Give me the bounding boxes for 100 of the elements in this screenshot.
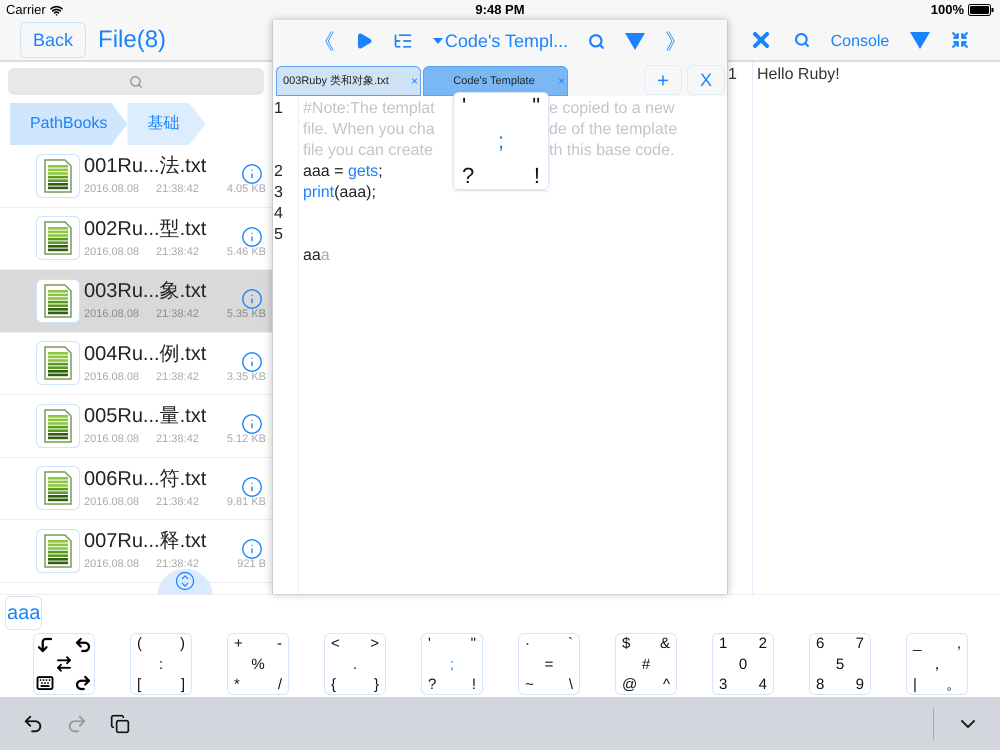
key-symbol: 8 — [816, 677, 824, 692]
symbol-key[interactable]: · ` = ~ \ — [518, 633, 580, 695]
symbol-key[interactable]: 6 7 5 8 9 — [809, 633, 871, 695]
symbol-key[interactable]: + - % * / — [227, 633, 289, 695]
key-symbol: \ — [568, 677, 573, 692]
key-symbol: @ — [622, 677, 638, 692]
file-date: 2016.08.08 — [84, 182, 140, 197]
file-name: 005Ru...量.txt — [84, 404, 206, 429]
search-field[interactable] — [8, 68, 264, 95]
control-key[interactable] — [33, 633, 95, 695]
battery-icon — [968, 4, 994, 16]
file-size: 921 B — [237, 557, 266, 572]
collapse-icon[interactable] — [951, 31, 970, 49]
symbol-key[interactable]: ' " ; ? ! — [421, 633, 483, 695]
search-icon — [129, 74, 143, 88]
keyboard-icon — [36, 674, 54, 692]
document-icon — [36, 278, 80, 323]
file-time: 21:38:42 — [156, 432, 199, 447]
file-date: 2016.08.08 — [84, 494, 140, 510]
key-symbol: < — [331, 636, 340, 651]
key-symbol: 。 — [946, 677, 961, 692]
file-row[interactable]: 003Ru...象.txt 2016.08.08 21:38:42 5.35 KB — [0, 270, 272, 332]
symbol-key[interactable]: 1 2 0 3 4 — [712, 633, 774, 695]
key-symbol: 2 — [758, 636, 767, 651]
symbol-key[interactable]: _ , ， | 。 — [906, 633, 968, 695]
key-symbol: , — [956, 636, 961, 651]
search-icon[interactable] — [588, 32, 606, 50]
info-icon[interactable] — [241, 163, 263, 185]
line-number: 3 — [274, 184, 283, 201]
symbol-popup[interactable]: ' " ; ? ! — [453, 92, 549, 190]
info-icon[interactable] — [241, 476, 263, 498]
line-number: 5 — [274, 226, 283, 243]
key-symbol: 1 — [719, 636, 728, 651]
symbol-key[interactable]: $ & # @ ^ — [615, 633, 677, 695]
file-date: 2016.08.08 — [84, 432, 140, 447]
key-symbol: $ — [622, 636, 630, 651]
symbol-key[interactable]: ( ) : [ ] — [130, 633, 192, 695]
carrier-label: Carrier — [6, 1, 46, 20]
file-date: 2016.08.08 — [84, 370, 140, 384]
battery-percent: 100% — [930, 1, 964, 20]
undo-icon — [74, 636, 92, 654]
symbol-key[interactable]: < > . { } — [324, 633, 386, 695]
key-symbol: ; — [450, 656, 454, 672]
file-name: 001Ru...法.txt — [84, 154, 206, 179]
line-number: 4 — [274, 205, 283, 222]
key-symbol: * — [234, 677, 240, 692]
search-icon[interactable] — [794, 32, 810, 48]
copy-icon[interactable] — [110, 714, 130, 734]
line-number: 1 — [728, 65, 738, 85]
code-line: print(aaa); — [303, 184, 376, 201]
next-button[interactable]: 》 — [664, 24, 687, 58]
info-icon[interactable] — [241, 288, 263, 310]
file-size: 5.12 KB — [226, 432, 266, 447]
file-name: 003Ru...象.txt — [84, 279, 206, 304]
file-size: 3.35 KB — [226, 370, 266, 384]
info-icon[interactable] — [241, 350, 263, 372]
info-icon[interactable] — [241, 226, 263, 248]
key-symbol: ? — [428, 677, 436, 692]
console-title: Console — [830, 32, 890, 52]
key-symbol: ` — [568, 636, 573, 651]
document-icon — [36, 216, 80, 260]
key-symbol: ; — [498, 130, 504, 152]
file-time: 21:38:42 — [156, 307, 199, 322]
previous-button[interactable]: 《 — [313, 24, 335, 58]
suggestion-chip[interactable]: aaa — [5, 596, 42, 630]
caret-icon — [432, 37, 443, 45]
document-icon — [36, 404, 80, 448]
info-icon[interactable] — [241, 413, 263, 435]
info-icon[interactable] — [241, 538, 263, 560]
key-symbol: [ — [137, 677, 142, 692]
undo-icon[interactable] — [22, 712, 44, 734]
key-symbol: ^ — [662, 677, 670, 692]
key-symbol: 6 — [816, 636, 824, 651]
key-symbol: ] — [180, 677, 185, 692]
document-icon — [36, 341, 80, 386]
return-icon — [36, 636, 54, 654]
key-symbol: 0 — [738, 656, 748, 672]
key-symbol: - — [277, 636, 282, 651]
file-name: 006Ru...符.txt — [84, 466, 206, 492]
key-symbol: ) — [180, 636, 185, 651]
file-row[interactable]: 006Ru...符.txt 2016.08.08 21:38:42 9.81 KB — [0, 458, 272, 520]
key-symbol: | — [913, 677, 917, 692]
redo-icon[interactable] — [66, 712, 88, 734]
key-symbol: # — [642, 656, 650, 672]
editor-tab[interactable]: Code's Template × — [423, 66, 568, 96]
dropdown-triangle-icon[interactable] — [625, 32, 646, 50]
file-row[interactable]: 004Ru...例.txt 2016.08.08 21:38:42 3.35 KB — [0, 332, 272, 395]
key-symbol: · — [525, 636, 530, 651]
code-comment: file you can create — [303, 141, 434, 161]
key-symbol: ~ — [525, 677, 534, 692]
key-symbol: . — [352, 656, 358, 672]
file-name: 002Ru...型.txt — [84, 216, 206, 242]
line-number: 2 — [274, 163, 283, 180]
key-symbol: ' — [462, 95, 466, 117]
code-line: aaa = gets; — [303, 163, 383, 180]
editor-tab[interactable]: 003Ruby 类和对象.txt × — [276, 66, 421, 96]
key-symbol: ? — [462, 165, 474, 187]
key-symbol: ! — [472, 677, 476, 692]
dropdown-triangle-icon[interactable] — [910, 32, 930, 48]
redo-icon — [74, 674, 92, 692]
